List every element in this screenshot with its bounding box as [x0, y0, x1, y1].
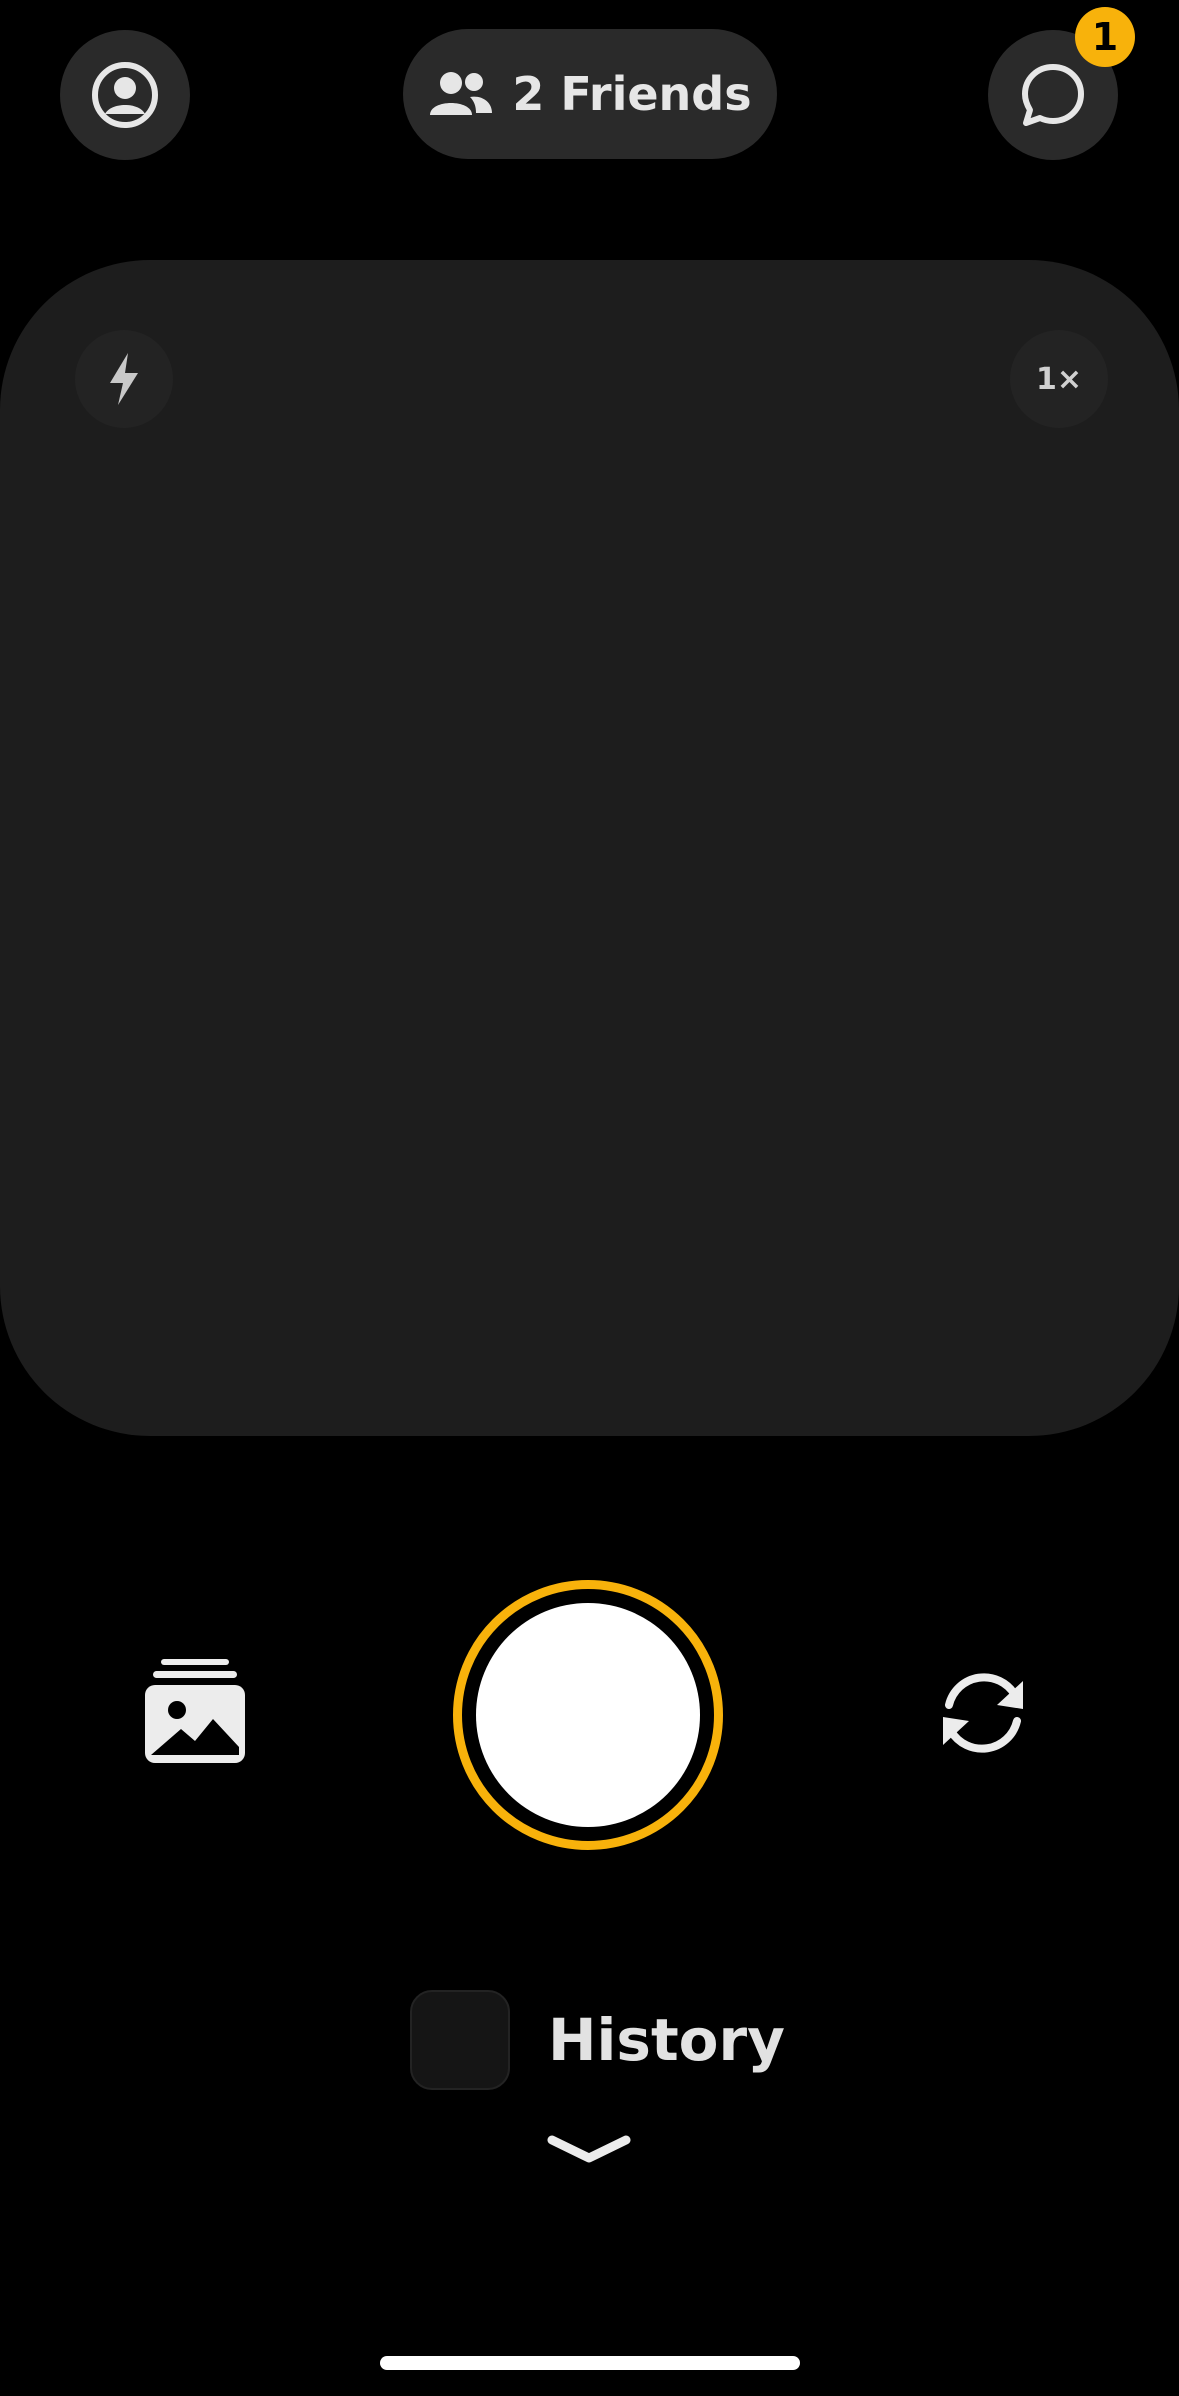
chevron-down-icon[interactable]	[546, 2132, 632, 2168]
person-circle-icon	[92, 62, 158, 128]
lightning-bolt-icon	[110, 353, 138, 405]
chat-bubble-icon	[1022, 64, 1084, 126]
history-button[interactable]: History	[410, 1990, 785, 2090]
profile-button[interactable]	[60, 30, 190, 160]
history-thumbnail	[410, 1990, 510, 2090]
zoom-button[interactable]: 1×	[1010, 330, 1108, 428]
friends-label: 2 Friends	[512, 67, 752, 121]
photo-stack-icon	[145, 1659, 245, 1763]
chat-unread-badge: 1	[1075, 7, 1135, 67]
gallery-button[interactable]	[140, 1650, 250, 1770]
shutter-button[interactable]	[453, 1580, 723, 1850]
history-label: History	[548, 2006, 785, 2074]
camera-flip-icon	[942, 1672, 1023, 1753]
flash-button[interactable]	[75, 330, 173, 428]
home-indicator[interactable]	[380, 2356, 800, 2370]
flip-camera-button[interactable]	[920, 1655, 1045, 1770]
friends-button[interactable]: 2 Friends	[403, 29, 777, 159]
camera-viewfinder[interactable]	[0, 260, 1179, 1436]
two-people-icon	[430, 72, 493, 115]
zoom-label: 1×	[1035, 361, 1082, 397]
shutter-inner	[476, 1603, 700, 1827]
